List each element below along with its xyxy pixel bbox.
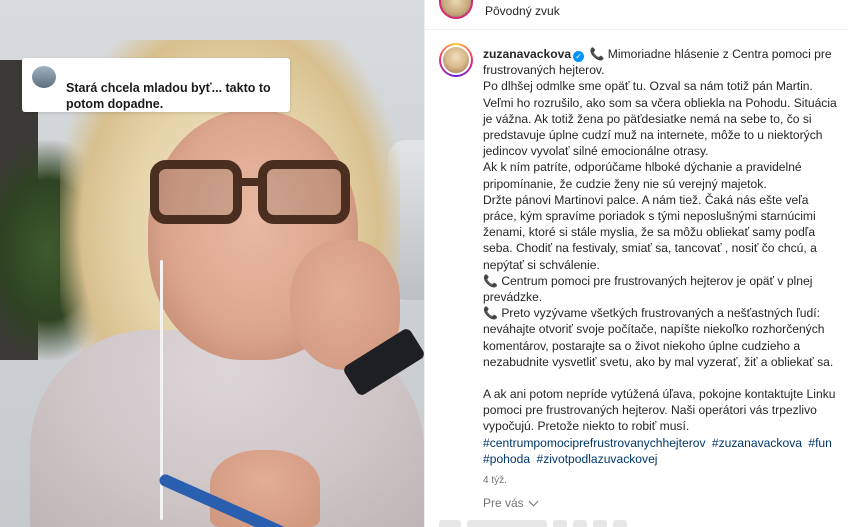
comment-row-peek bbox=[439, 520, 839, 527]
for-you-dropdown[interactable]: Pre vás bbox=[483, 496, 539, 510]
hashtag-link[interactable]: #centrumpomociprefrustrovanychhejterov bbox=[483, 436, 706, 450]
author-avatar[interactable] bbox=[439, 43, 473, 77]
caption-paragraph: Ak k ním patríte, odporúčame hlboké dých… bbox=[483, 160, 802, 191]
caption-paragraph: Po dlhšej odmlke sme opäť tu. Ozval sa n… bbox=[483, 79, 837, 159]
glasses-lens-right bbox=[258, 160, 350, 224]
hashtag-link[interactable]: #pohoda bbox=[483, 452, 530, 466]
caption-paragraph: Držte pánovi Martinovi palce. A nám tiež… bbox=[483, 192, 817, 272]
author-avatar-image bbox=[441, 45, 471, 75]
hashtag-link[interactable]: #fun bbox=[808, 436, 832, 450]
divider bbox=[425, 29, 848, 30]
person-hand-writing bbox=[210, 450, 320, 527]
glasses-lens-left bbox=[150, 160, 242, 224]
for-you-label: Pre vás bbox=[483, 496, 524, 510]
caption-paragraph: Centrum pomoci pre frustrovaných hejtero… bbox=[483, 273, 813, 305]
post-caption: zuzanavackova ✓ 📞 Mimoriadne hlásenie z C… bbox=[483, 46, 839, 489]
phone-icon: 📞 bbox=[483, 273, 498, 288]
profile-thumbnail-icon bbox=[32, 66, 56, 88]
video-overlay-caption: Stará chcela mladou byť... takto to poto… bbox=[22, 58, 290, 112]
phone-icon: 📞 bbox=[483, 306, 498, 321]
author-username[interactable]: zuzanavackova bbox=[483, 47, 571, 61]
post-timestamp[interactable]: 4 týž. bbox=[483, 473, 839, 489]
caption-paragraph: A ak ani potom nepríde vytúžená úľava, p… bbox=[483, 387, 836, 434]
hashtags: #centrumpomociprefrustrovanychhejterov #… bbox=[483, 435, 839, 467]
hashtag-link[interactable]: #zivotpodlazuvackovej bbox=[536, 452, 657, 466]
audio-row[interactable]: Pôvodný zvuk bbox=[439, 0, 560, 22]
glasses bbox=[150, 160, 350, 230]
verified-badge-icon: ✓ bbox=[573, 51, 585, 62]
phone-icon: 📞 bbox=[589, 47, 605, 61]
caption-paragraph: Preto vyzývame všetkých frustrovaných a … bbox=[483, 306, 834, 369]
overlay-caption-text: Stará chcela mladou byť... takto to poto… bbox=[66, 81, 271, 111]
hashtag-link[interactable]: #zuzanavackova bbox=[712, 436, 802, 450]
reel-video[interactable]: Stará chcela mladou byť... takto to poto… bbox=[0, 0, 424, 527]
post-panel: Pôvodný zvuk zuzanavackova ✓ 📞 Mimoriadne… bbox=[424, 0, 848, 527]
chevron-down-icon bbox=[528, 496, 539, 506]
audio-avatar[interactable] bbox=[439, 0, 473, 19]
audio-label[interactable]: Pôvodný zvuk bbox=[485, 4, 560, 18]
